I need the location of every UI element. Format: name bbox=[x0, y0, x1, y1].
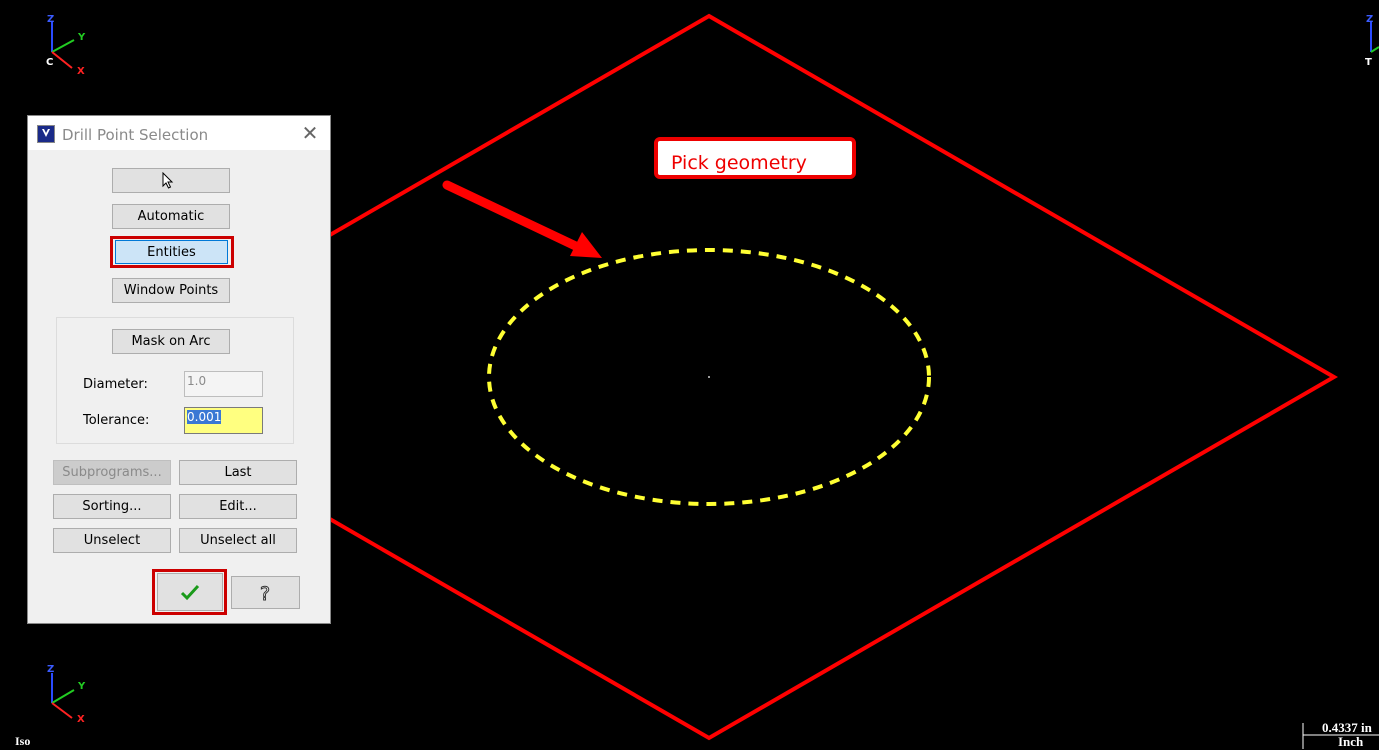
axis-origin-label: T bbox=[1365, 57, 1372, 68]
dialog-titlebar[interactable]: Drill Point Selection ✕ bbox=[28, 116, 330, 150]
pick-geometry-callout: Pick geometry bbox=[654, 137, 856, 179]
dialog-title: Drill Point Selection bbox=[62, 126, 209, 144]
mouse-pointer-icon bbox=[162, 171, 174, 189]
drill-point-selection-dialog: Drill Point Selection ✕ Automatic Entiti… bbox=[27, 115, 331, 624]
help-button[interactable]: ? bbox=[231, 576, 300, 609]
ok-highlight-box bbox=[152, 569, 227, 615]
axis-triad-bottom-left: Z Y X bbox=[47, 664, 86, 725]
axis-y-label: Y bbox=[77, 681, 86, 692]
scale-unit: Inch bbox=[1338, 734, 1364, 749]
annotation-arrow bbox=[442, 180, 602, 258]
diameter-field[interactable]: 1.0 bbox=[184, 371, 263, 397]
close-icon[interactable]: ✕ bbox=[296, 122, 324, 144]
unselect-button[interactable]: Unselect bbox=[53, 528, 171, 553]
callout-text: Pick geometry bbox=[671, 152, 807, 174]
axis-z-label: Z bbox=[47, 14, 54, 25]
window-points-button[interactable]: Window Points bbox=[112, 278, 230, 303]
axis-triad-top-right: Z T bbox=[1365, 14, 1379, 68]
unselect-all-button[interactable]: Unselect all bbox=[179, 528, 297, 553]
axis-origin-label: C bbox=[46, 57, 53, 68]
sorting-button[interactable]: Sorting... bbox=[53, 494, 171, 519]
axis-triad-top-left: Z Y X C bbox=[46, 14, 86, 77]
pointer-select-button[interactable] bbox=[112, 168, 230, 193]
tolerance-value: 0.001 bbox=[187, 410, 222, 424]
axis-x-label: X bbox=[77, 714, 85, 725]
axis-z-label: Z bbox=[1366, 14, 1373, 25]
question-mark-icon: ? bbox=[259, 583, 270, 603]
axis-y-label: Y bbox=[77, 32, 86, 43]
edit-button[interactable]: Edit... bbox=[179, 494, 297, 519]
tolerance-label: Tolerance: bbox=[83, 413, 150, 428]
tolerance-field[interactable]: 0.001 bbox=[184, 407, 263, 434]
entities-highlight-box bbox=[110, 236, 234, 268]
svg-text:?: ? bbox=[260, 583, 270, 603]
diameter-label: Diameter: bbox=[83, 377, 148, 392]
subprograms-button[interactable]: Subprograms... bbox=[53, 460, 171, 485]
circle-center-point bbox=[708, 376, 710, 378]
mask-on-arc-button[interactable]: Mask on Arc bbox=[112, 329, 230, 354]
view-name-label: Iso bbox=[15, 734, 31, 748]
axis-x-label: X bbox=[77, 66, 85, 77]
automatic-button[interactable]: Automatic bbox=[112, 204, 230, 229]
app-icon bbox=[37, 125, 55, 143]
last-button[interactable]: Last bbox=[179, 460, 297, 485]
axis-z-label: Z bbox=[47, 664, 54, 675]
